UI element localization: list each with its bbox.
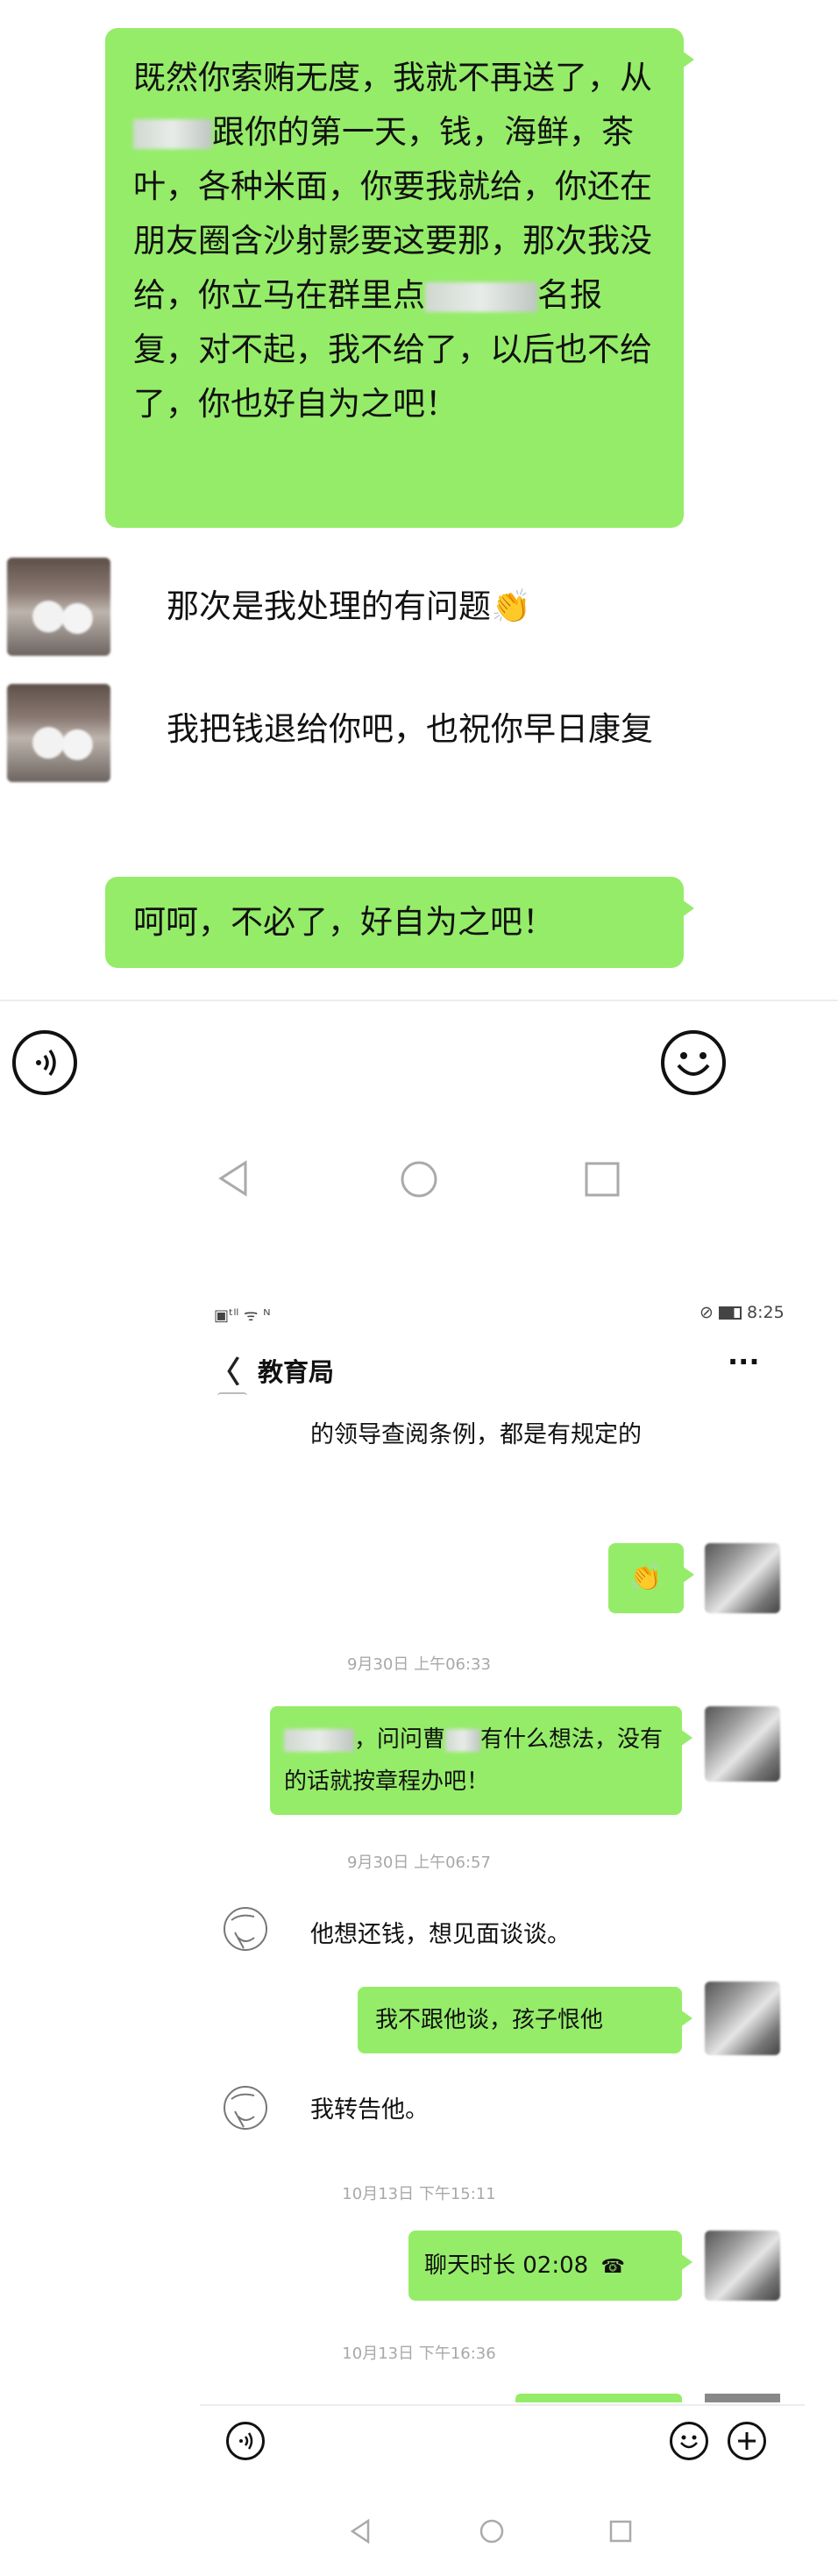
- user-avatar[interactable]: [705, 1706, 780, 1782]
- home-circle-icon[interactable]: [479, 2518, 505, 2544]
- chat-panel-top: 既然你索贿无度，我就不再送了，从跟你的第一天，钱，海鲜，茶叶，各种米面，你要我就…: [0, 0, 838, 1245]
- message-bubble-outgoing[interactable]: ，问问曹 有什么想法，没有的话就按章程办吧！: [270, 1706, 692, 1815]
- back-triangle-icon[interactable]: [216, 1159, 251, 1198]
- message-text: 那次是我处理的有问题: [167, 587, 491, 625]
- redacted-name: [425, 281, 537, 312]
- mute-icon: ⊘: [700, 1303, 714, 1322]
- timestamp: 9月30日 上午06:57: [347, 1854, 491, 1872]
- timestamp: 9月30日 上午06:33: [347, 1655, 491, 1674]
- divider: [200, 2404, 805, 2406]
- emoji-icon[interactable]: [670, 2422, 708, 2460]
- clap-emoji-icon: 👏: [491, 587, 532, 625]
- message-text: 呵呵，不必了，好自为之吧！: [133, 903, 555, 941]
- divider: [0, 1000, 838, 1001]
- phone-hangup-icon: ☎: [600, 2256, 625, 2278]
- message-incoming[interactable]: 他想还钱，想见面谈谈。: [310, 1915, 571, 1949]
- message-incoming[interactable]: 我把钱退给你吧，也祝你早日康复: [167, 701, 710, 758]
- timestamp: 10月13日 下午15:11: [342, 2185, 496, 2203]
- message-bubble-outgoing[interactable]: 👏: [608, 1543, 694, 1613]
- contact-avatar-stub: [217, 1392, 247, 1408]
- message-incoming[interactable]: 的领导查阅条例，都是有规定的: [310, 1413, 731, 1457]
- timestamp: 10月13日 下午16:36: [342, 2345, 496, 2363]
- message-text: 既然你索贿无度，我就不再送了，从: [133, 59, 652, 96]
- back-button[interactable]: 〈: [210, 1348, 240, 1391]
- message-text: 我把钱退给你吧，也祝你早日康复: [167, 710, 653, 748]
- redacted-name: [133, 118, 212, 149]
- contact-avatar[interactable]: [7, 684, 110, 782]
- emoji-icon[interactable]: [661, 1030, 726, 1095]
- voice-icon[interactable]: [226, 2422, 265, 2460]
- message-bubble-outgoing[interactable]: 我不跟他谈，孩子恨他: [358, 1987, 692, 2053]
- user-avatar[interactable]: [705, 2231, 780, 2301]
- call-duration-bubble[interactable]: 聊天时长 02:08 ☎: [408, 2231, 692, 2301]
- contact-avatar-sketch[interactable]: [219, 1903, 272, 1955]
- clap-emoji-icon: 👏: [629, 1562, 663, 1593]
- message-text: 我不跟他谈，孩子恨他: [375, 2007, 604, 2033]
- chat-title: 教育局: [258, 1357, 335, 1387]
- recent-square-icon[interactable]: [608, 2519, 633, 2544]
- battery-icon: [718, 1306, 742, 1320]
- clock-time: 8:25: [747, 1303, 785, 1322]
- status-bar-right: ⊘ 8:25: [700, 1303, 785, 1322]
- user-avatar[interactable]: [705, 1543, 780, 1613]
- more-options-button[interactable]: ···: [728, 1345, 759, 1378]
- recent-square-icon[interactable]: [584, 1161, 621, 1198]
- message-bubble-partial: [515, 2394, 682, 2402]
- chat-panel-bottom: ▣ᵗˡˡ ᯤ ᴺ ⊘ 8:25 〈 教育局 ··· 的领导查阅条例，都是有规定的…: [200, 1298, 805, 2569]
- message-incoming[interactable]: 那次是我处理的有问题👏: [167, 582, 710, 631]
- message-bubble-outgoing[interactable]: 呵呵，不必了，好自为之吧！: [105, 877, 694, 968]
- contact-avatar[interactable]: [7, 558, 110, 656]
- redacted-name: [445, 1728, 481, 1752]
- message-incoming[interactable]: 我转告他。: [310, 2090, 429, 2124]
- home-circle-icon[interactable]: [399, 1159, 439, 1199]
- user-avatar-partial: [705, 2394, 780, 2402]
- add-icon[interactable]: [728, 2422, 766, 2460]
- message-text: 聊天时长 02:08: [424, 2252, 589, 2279]
- back-triangle-icon[interactable]: [349, 2518, 372, 2544]
- status-bar-left: ▣ᵗˡˡ ᯤ ᴺ: [214, 1306, 271, 1325]
- message-text: ，问问曹: [354, 1726, 446, 1753]
- message-bubble-outgoing[interactable]: 既然你索贿无度，我就不再送了，从跟你的第一天，钱，海鲜，茶叶，各种米面，你要我就…: [105, 28, 694, 528]
- user-avatar[interactable]: [705, 1982, 780, 2055]
- voice-icon[interactable]: [12, 1030, 77, 1095]
- contact-avatar-sketch[interactable]: [219, 2081, 272, 2134]
- redacted-name: [284, 1728, 354, 1752]
